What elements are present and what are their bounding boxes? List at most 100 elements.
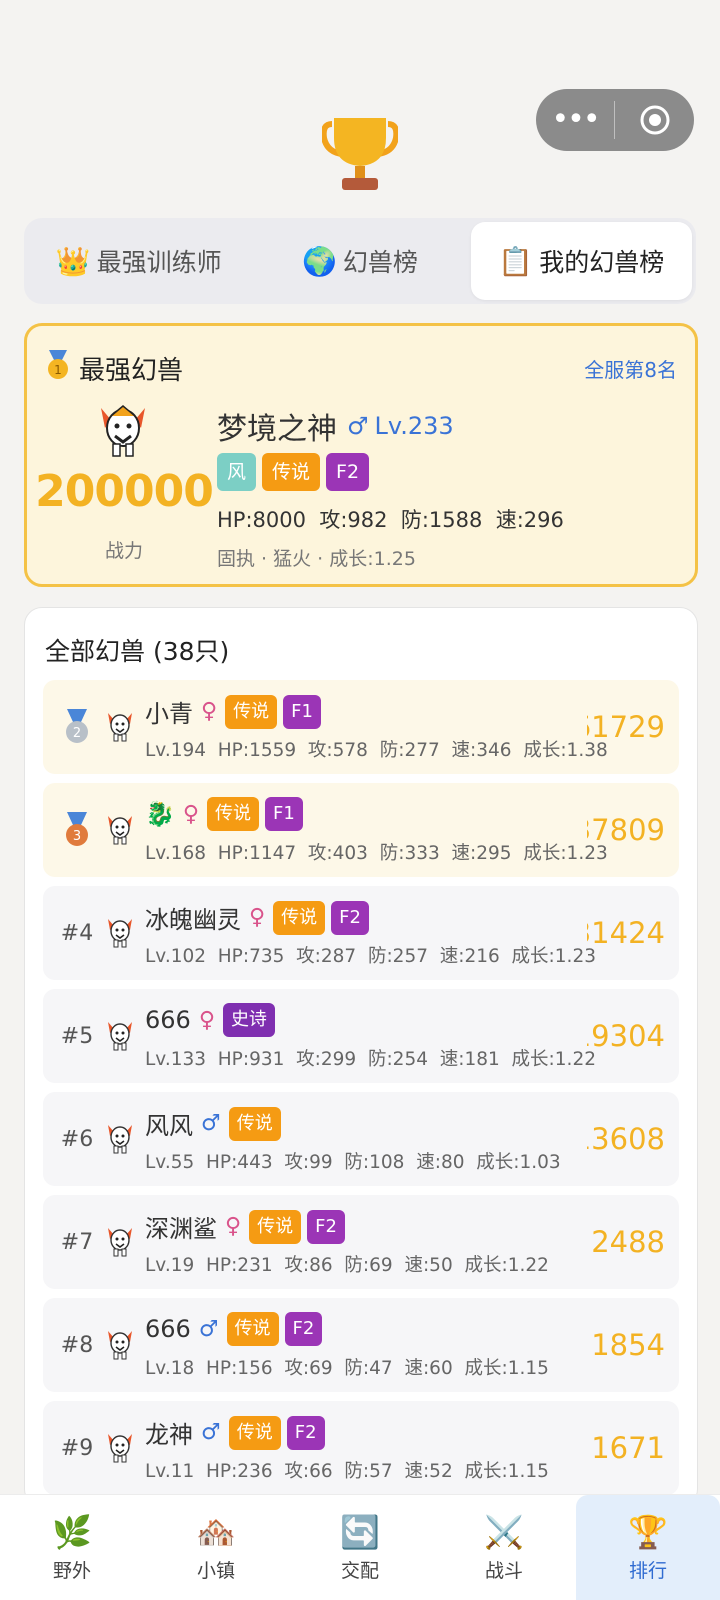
beast-tag: F2	[307, 1209, 345, 1244]
combat-power-value: 1671	[591, 1431, 665, 1465]
list-item[interactable]: #8 666 ♂ 传说 F2 Lv.18 HP:156 攻:69 防:47 速:60 成长…	[43, 1298, 679, 1392]
beast-name: 666	[145, 1006, 191, 1034]
crown-icon: 👑	[55, 244, 91, 278]
beast-avatar	[105, 1017, 135, 1051]
bronze-medal-icon: 3	[49, 783, 105, 877]
male-gender-icon: ♂	[201, 1420, 221, 1445]
beast-tag: 传说	[273, 900, 326, 935]
beast-level: Lv.233	[374, 412, 454, 440]
beast-tag: 传说	[226, 1312, 279, 1346]
beast-avatar	[105, 811, 135, 845]
beast-tag: 史诗	[222, 1003, 275, 1037]
beast-name: 小青	[145, 700, 193, 728]
combat-power-value: 2488	[591, 1225, 665, 1259]
nav-town[interactable]: 🏘️ 小镇	[144, 1495, 288, 1600]
strongest-title: 1 最强幻兽	[45, 350, 183, 387]
beast-tag: 传说	[228, 1415, 281, 1450]
cycle-icon: 🔄	[340, 1513, 380, 1551]
beast-name: 🐉	[145, 800, 175, 828]
nav-label: 小镇	[196, 1560, 235, 1582]
combat-power: 2488	[587, 1195, 665, 1289]
target-icon[interactable]	[615, 103, 694, 137]
male-gender-icon: ♂	[198, 1316, 219, 1342]
silver-medal-icon: 2	[49, 680, 105, 774]
crossed-swords-icon: ⚔️	[484, 1513, 524, 1551]
male-gender-icon: ♂	[201, 1111, 221, 1136]
tab-beast-ranking[interactable]: 🌍 幻兽榜	[249, 222, 470, 300]
tab-my-beast-ranking[interactable]: 📋 我的幻兽榜	[470, 222, 692, 300]
beast-stats: Lv.133 HP:931 攻:299 防:254 速:181 成长:1.22	[145, 1049, 596, 1070]
houses-icon: 🏘️	[196, 1513, 236, 1551]
list-item[interactable]: 2 小青 ♀ 传说 F1 Lv.194 HP:1559 攻:578 防:277 速:346…	[43, 680, 679, 774]
list-item[interactable]: #5 666 ♀ 史诗 Lv.133 HP:931 攻:299 防:254 速:181 …	[43, 989, 679, 1083]
more-dots-icon[interactable]: •••	[536, 89, 614, 151]
beast-name-row: 龙神 ♂ 传说 F2	[145, 1415, 331, 1450]
generation-tag: F2	[326, 453, 370, 491]
combat-power-value: 19304	[587, 1019, 665, 1053]
beast-name: 冰魄幽灵	[145, 906, 241, 934]
beast-avatar	[105, 708, 135, 742]
female-gender-icon: ♀	[249, 905, 266, 930]
list-item[interactable]: #7 深渊鲨 ♀ 传说 F2 Lv.19 HP:231 攻:86 防:69 速:50 成长…	[43, 1195, 679, 1289]
nav-label: 野外	[52, 1560, 91, 1582]
trophy-icon: 🏆	[628, 1513, 668, 1551]
beast-stats: Lv.55 HP:443 攻:99 防:108 速:80 成长:1.03	[145, 1152, 561, 1173]
combat-power: 1854	[587, 1298, 665, 1392]
list-item[interactable]: #9 龙神 ♂ 传说 F2 Lv.11 HP:236 攻:66 防:57 速:52 成长:…	[43, 1401, 679, 1495]
mini-program-capsule: •••	[536, 89, 694, 151]
strongest-beast-card[interactable]: 1 最强幻兽 全服第8名 200000 战力 梦境之神 ♂ Lv.233 风 传…	[24, 323, 698, 587]
nav-breed[interactable]: 🔄 交配	[288, 1495, 432, 1600]
nav-wild[interactable]: 🌿 野外	[0, 1495, 144, 1600]
list-item[interactable]: 3 🐉 ♀ 传说 F1 Lv.168 HP:1147 攻:403 防:333 速:295 …	[43, 783, 679, 877]
beast-name-row: 风风 ♂ 传说	[145, 1106, 287, 1141]
female-gender-icon: ♀	[225, 1214, 242, 1239]
gold-medal-icon: 1	[45, 350, 71, 387]
nav-ranking[interactable]: 🏆 排行	[576, 1495, 720, 1600]
rank-number: #7	[60, 1229, 94, 1255]
female-gender-icon: ♀	[182, 801, 200, 827]
all-beasts-list: 全部幻兽 (38只) 2 小青 ♀ 传说 F1 Lv.194 HP:1559 攻:578 …	[24, 607, 698, 1507]
rank-number: #8	[60, 1332, 94, 1358]
combat-power: 61729	[587, 680, 665, 774]
nav-label: 战斗	[484, 1560, 523, 1582]
beast-tag: F2	[286, 1415, 325, 1450]
nav-battle[interactable]: ⚔️ 战斗	[432, 1495, 576, 1600]
beast-tags: 风 传说 F2	[217, 453, 370, 491]
list-item[interactable]: #6 风风 ♂ 传说 Lv.55 HP:443 攻:99 防:108 速:80 成长:1…	[43, 1092, 679, 1186]
list-title: 全部幻兽 (38只)	[45, 637, 230, 666]
nav-label: 交配	[340, 1560, 379, 1582]
sprout-icon: 🌿	[52, 1513, 92, 1551]
beast-tag: 传说	[249, 1209, 302, 1244]
rank-number: #6	[60, 1126, 94, 1152]
list-item[interactable]: #4 冰魄幽灵 ♀ 传说 F2 Lv.102 HP:735 攻:287 防:257 速:2…	[43, 886, 679, 980]
rank-number: #9	[60, 1435, 94, 1461]
beast-name: 666	[145, 1315, 191, 1343]
beast-stats: Lv.11 HP:236 攻:66 防:57 速:52 成长:1.15	[145, 1461, 549, 1482]
tab-label: 幻兽榜	[342, 248, 418, 277]
beast-name-row: 666 ♂ 传说 F2	[145, 1312, 328, 1346]
beast-tag: F2	[331, 900, 369, 935]
beast-name: 深渊鲨	[145, 1215, 217, 1243]
bottom-navigation: 🌿 野外 🏘️ 小镇 🔄 交配 ⚔️ 战斗 🏆 排行	[0, 1494, 720, 1600]
combat-power: 200000	[35, 466, 214, 517]
trophy-icon	[322, 118, 398, 190]
beast-stats: Lv.168 HP:1147 攻:403 防:333 速:295 成长:1.23	[145, 843, 608, 864]
combat-power: 31424	[587, 886, 665, 980]
beast-rows: 2 小青 ♀ 传说 F1 Lv.194 HP:1559 攻:578 防:277 速:346…	[43, 680, 679, 1504]
beast-name-row: 🐉 ♀ 传说 F1	[145, 797, 309, 831]
clipboard-icon: 📋	[498, 244, 534, 278]
combat-power: 1671	[587, 1401, 665, 1495]
beast-avatar	[105, 914, 135, 948]
svg-text:2: 2	[73, 726, 81, 741]
beast-name: 梦境之神	[217, 412, 337, 447]
male-gender-icon: ♂	[347, 412, 369, 440]
beast-tag: F1	[265, 797, 303, 831]
beast-tag: 传说	[228, 1106, 281, 1141]
svg-text:3: 3	[73, 829, 81, 844]
beast-name: 龙神	[145, 1421, 193, 1449]
globe-icon: 🌍	[302, 244, 337, 278]
server-rank: 全服第8名	[584, 358, 677, 382]
tab-top-trainers[interactable]: 👑 最强训练师	[28, 222, 249, 300]
beast-name-row: 梦境之神 ♂ Lv.233	[217, 404, 454, 448]
beast-stats: Lv.194 HP:1559 攻:578 防:277 速:346 成长:1.38	[145, 740, 608, 761]
